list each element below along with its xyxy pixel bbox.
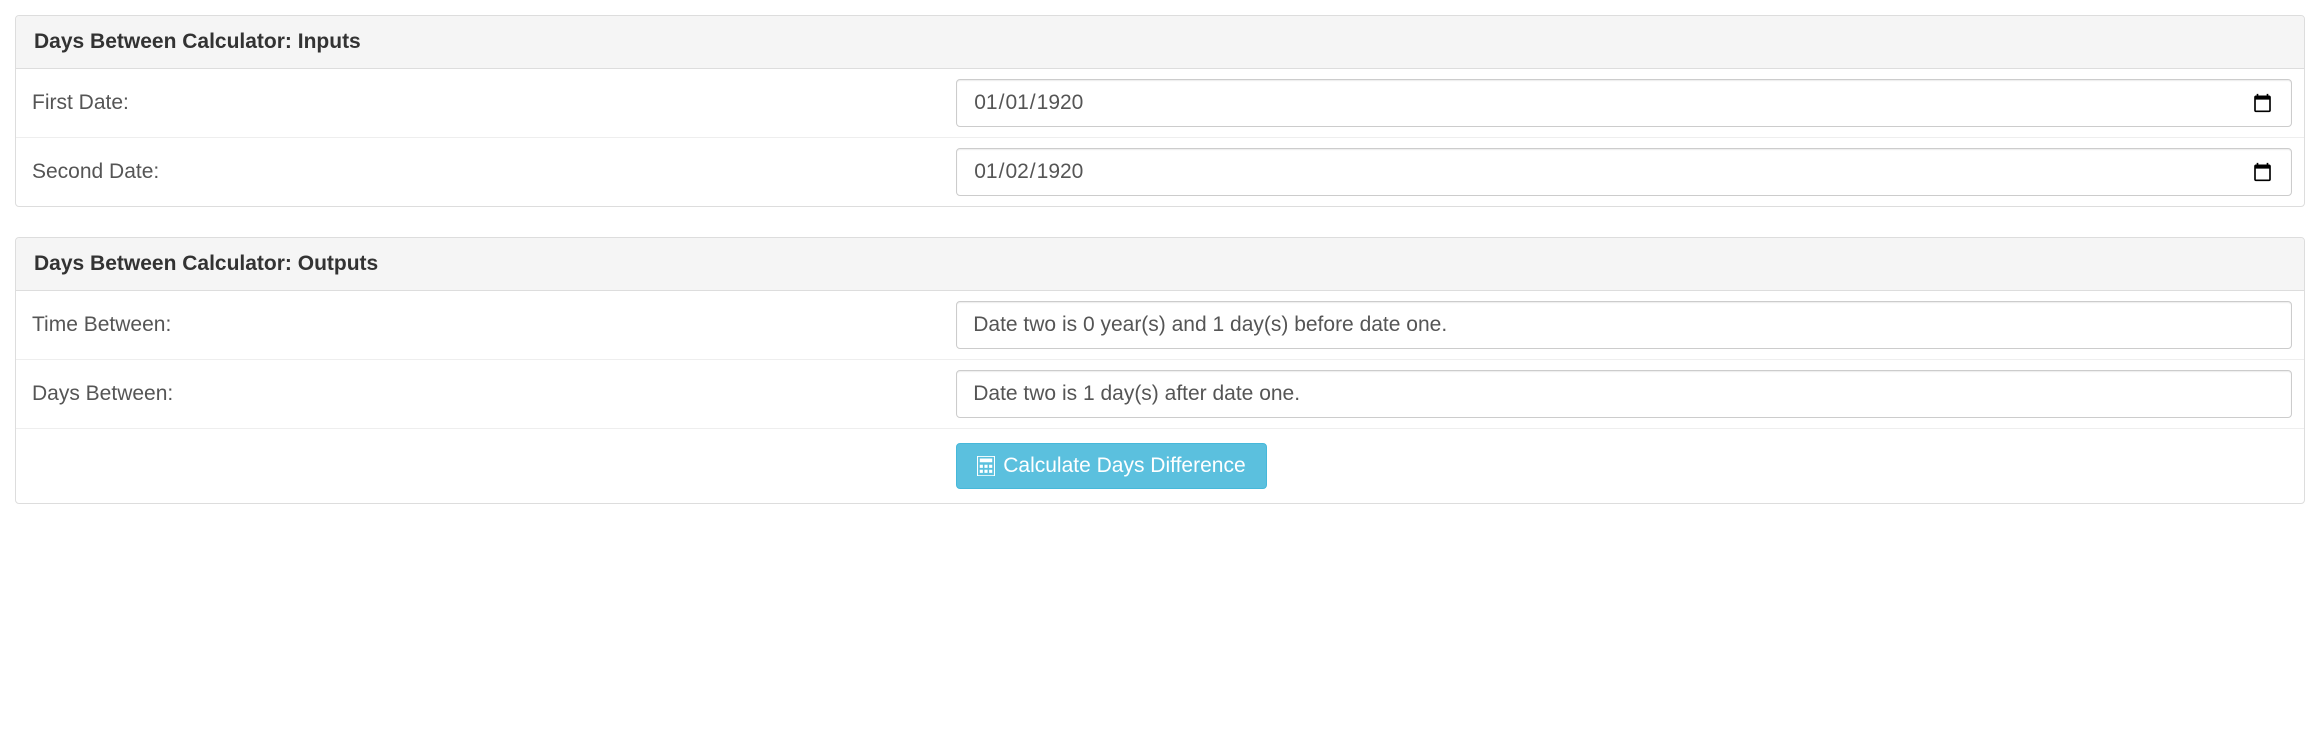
days-between-output (956, 370, 2292, 418)
second-date-label: Second Date: (28, 152, 956, 192)
first-date-label: First Date: (28, 83, 956, 123)
second-date-field-wrap (956, 148, 2292, 196)
inputs-panel: Days Between Calculator: Inputs First Da… (15, 15, 2305, 207)
calculator-icon (977, 456, 995, 476)
time-between-row: Time Between: (16, 291, 2304, 360)
calculate-button-label: Calculate Days Difference (1003, 454, 1245, 478)
calculate-row: Calculate Days Difference (16, 429, 2304, 503)
inputs-body: First Date: Second Date: (16, 69, 2304, 206)
calculate-field-wrap: Calculate Days Difference (956, 443, 2292, 489)
first-date-field-wrap (956, 79, 2292, 127)
second-date-input[interactable] (956, 148, 2292, 196)
days-between-field-wrap (956, 370, 2292, 418)
time-between-field-wrap (956, 301, 2292, 349)
calculate-button[interactable]: Calculate Days Difference (956, 443, 1266, 489)
second-date-row: Second Date: (16, 138, 2304, 206)
days-between-label: Days Between: (28, 374, 956, 414)
outputs-heading: Days Between Calculator: Outputs (16, 238, 2304, 291)
first-date-row: First Date: (16, 69, 2304, 138)
days-between-row: Days Between: (16, 360, 2304, 429)
time-between-label: Time Between: (28, 305, 956, 345)
outputs-panel: Days Between Calculator: Outputs Time Be… (15, 237, 2305, 504)
first-date-input[interactable] (956, 79, 2292, 127)
outputs-body: Time Between: Days Between: (16, 291, 2304, 503)
time-between-output (956, 301, 2292, 349)
inputs-heading: Days Between Calculator: Inputs (16, 16, 2304, 69)
